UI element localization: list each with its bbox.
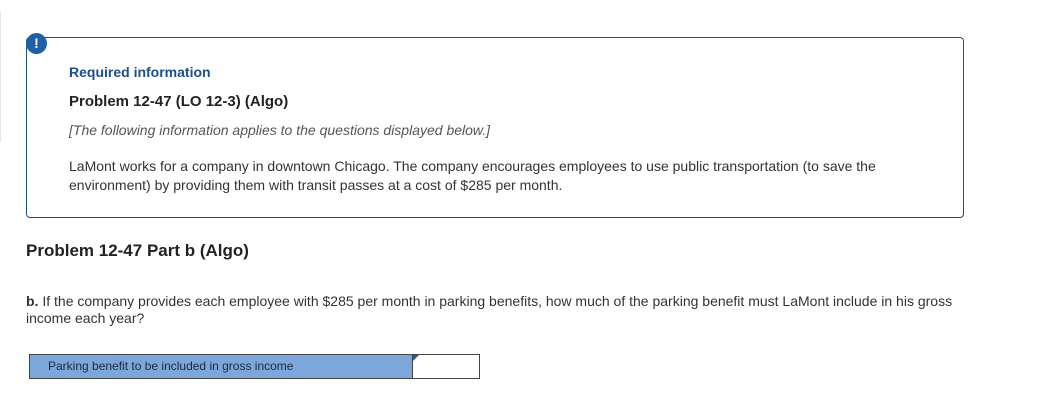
answer-row: Parking benefit to be included in gross …	[29, 354, 480, 379]
question-text: b. If the company provides each employee…	[26, 293, 986, 327]
page: ! Required information Problem 12-47 (LO…	[0, 0, 1037, 403]
answer-cell	[413, 355, 479, 378]
question-body: If the company provides each employee wi…	[26, 293, 953, 326]
cell-marker-icon	[413, 355, 419, 361]
part-heading: Problem 12-47 Part b (Algo)	[26, 241, 249, 260]
left-divider	[0, 12, 5, 142]
question-letter: b.	[26, 293, 39, 309]
applies-note: [The following information applies to th…	[69, 122, 491, 138]
exclamation-icon: !	[26, 33, 47, 54]
required-information-heading: Required information	[69, 64, 211, 80]
answer-label: Parking benefit to be included in gross …	[30, 355, 413, 378]
parking-benefit-input[interactable]	[413, 355, 479, 378]
scenario-text: LaMont works for a company in downtown C…	[69, 158, 876, 193]
problem-title: Problem 12-47 (LO 12-3) (Algo)	[69, 93, 289, 110]
